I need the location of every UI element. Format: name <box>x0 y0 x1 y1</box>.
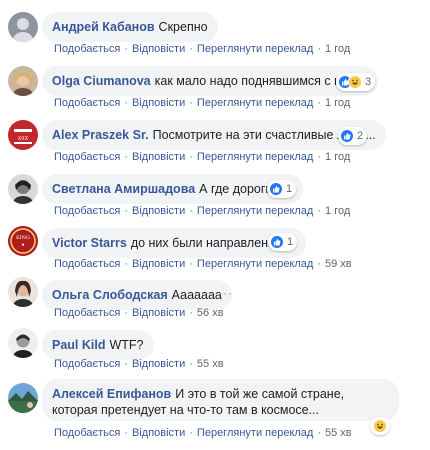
comment-timestamp[interactable]: 1 год <box>325 43 350 55</box>
reaction-summary[interactable]: 3 <box>336 73 376 91</box>
reply-link[interactable]: Відповісти <box>132 358 185 370</box>
svg-text:KING: KING <box>16 235 30 241</box>
reaction-summary[interactable]: 1 <box>268 233 298 251</box>
translate-link[interactable]: Переглянути переклад <box>197 43 313 55</box>
reaction-count: 3 <box>365 76 372 88</box>
like-link[interactable]: Подобається <box>54 97 120 109</box>
translate-link[interactable]: Переглянути переклад <box>197 427 313 439</box>
reply-link[interactable]: Відповісти <box>132 427 185 439</box>
reaction-summary[interactable]: 1 <box>267 180 297 198</box>
comment-text: WTF? <box>109 338 144 352</box>
comment-bubble: Ольга Слободская Ааааааа <box>42 280 232 310</box>
comment-actions: Подобається · Відповісти · Переглянути перек… <box>54 258 352 270</box>
comment-timestamp[interactable]: 55 хв <box>197 358 224 370</box>
comment-actions: Подобається · Відповісти · 55 хв <box>54 358 224 370</box>
like-link[interactable]: Подобається <box>54 307 120 319</box>
translate-link[interactable]: Переглянути переклад <box>197 97 313 109</box>
comment-text: Ааааааа <box>171 288 222 302</box>
comment-actions: Подобається · Відповісти · Переглянути перек… <box>54 97 351 109</box>
comment-actions: Подобається · Відповісти · Переглянути перек… <box>54 151 351 163</box>
comment-bubble: Светлана Амиршадова А где дороги??? <box>42 174 304 204</box>
comment-bubble: Olga Ciumanova как мало надо поднявшимся … <box>42 66 378 96</box>
reaction-count: 1 <box>287 236 294 248</box>
avatar[interactable] <box>8 12 38 42</box>
haha-reaction-icon <box>373 419 387 433</box>
comment-bubble: Андрей Кабанов Скрепно <box>42 12 218 42</box>
translate-link[interactable]: Переглянути переклад <box>197 205 313 217</box>
comment-author[interactable]: Paul Kild <box>52 338 105 352</box>
like-link[interactable]: Подобається <box>54 258 120 270</box>
like-link[interactable]: Подобається <box>54 151 120 163</box>
reply-link[interactable]: Відповісти <box>132 151 185 163</box>
avatar[interactable] <box>8 174 38 204</box>
reaction-summary[interactable] <box>370 417 390 435</box>
avatar[interactable]: XXX <box>8 120 38 150</box>
comment-timestamp[interactable]: 1 год <box>325 151 350 163</box>
svg-text:XXX: XXX <box>18 136 29 142</box>
like-link[interactable]: Подобається <box>54 427 120 439</box>
translate-link[interactable]: Переглянути переклад <box>197 151 313 163</box>
comment-timestamp[interactable]: 59 хв <box>325 258 352 270</box>
comment-bubble: Victor Starrs до них были направления.... <box>42 228 306 258</box>
reply-link[interactable]: Відповісти <box>132 205 185 217</box>
comment-author[interactable]: Victor Starrs <box>52 236 127 250</box>
comment-timestamp[interactable]: 1 год <box>325 97 350 109</box>
like-link[interactable]: Подобається <box>54 43 120 55</box>
like-reaction-icon <box>270 235 284 249</box>
like-link[interactable]: Подобається <box>54 205 120 217</box>
avatar[interactable] <box>8 383 38 413</box>
comment-bubble: Paul Kild WTF? <box>42 330 154 360</box>
reply-link[interactable]: Відповісти <box>132 43 185 55</box>
reply-link[interactable]: Відповісти <box>132 307 185 319</box>
like-reaction-icon <box>269 182 283 196</box>
reaction-summary[interactable]: 2 <box>338 127 368 145</box>
comment-actions: Подобається · Відповісти · Переглянути перек… <box>54 427 352 439</box>
translate-link[interactable]: Переглянути переклад <box>197 258 313 270</box>
reply-link[interactable]: Відповісти <box>132 258 185 270</box>
avatar[interactable] <box>8 328 38 358</box>
comment-author[interactable]: Светлана Амиршадова <box>52 182 195 196</box>
comment-actions: Подобається · Відповісти · Переглянути перек… <box>54 205 351 217</box>
comment-author[interactable]: Андрей Кабанов <box>52 20 155 34</box>
comment-text: Скрепно <box>158 20 208 34</box>
comment-author[interactable]: Ольга Слободская <box>52 288 168 302</box>
comment-timestamp[interactable]: 1 год <box>325 205 350 217</box>
comment-actions: Подобається · Відповісти · 56 хв <box>54 307 224 319</box>
comment-timestamp[interactable]: 55 хв <box>325 427 352 439</box>
comment-bubble: Alex Praszek Sr. Посмотрите на эти счастл… <box>42 120 386 150</box>
comment-timestamp[interactable]: 56 хв <box>197 307 224 319</box>
comment-author[interactable]: Olga Ciumanova <box>52 74 151 88</box>
reaction-count: 2 <box>357 130 364 142</box>
svg-text:♠: ♠ <box>21 242 25 247</box>
haha-reaction-icon <box>348 75 362 89</box>
like-link[interactable]: Подобається <box>54 358 120 370</box>
like-reaction-icon <box>340 129 354 143</box>
comment-author[interactable]: Alex Praszek Sr. <box>52 128 149 142</box>
more-options-icon[interactable]: ··· <box>218 286 233 300</box>
reply-link[interactable]: Відповісти <box>132 97 185 109</box>
reaction-count: 1 <box>286 183 293 195</box>
avatar[interactable] <box>8 277 38 307</box>
avatar[interactable]: KING ♠ <box>8 226 38 256</box>
comment-author[interactable]: Алексей Епифанов <box>52 387 171 401</box>
comment-bubble: Алексей Епифанов И это в той же самой стр… <box>42 379 399 421</box>
comment-actions: Подобається · Відповісти · Переглянути перек… <box>54 43 351 55</box>
avatar[interactable] <box>8 66 38 96</box>
